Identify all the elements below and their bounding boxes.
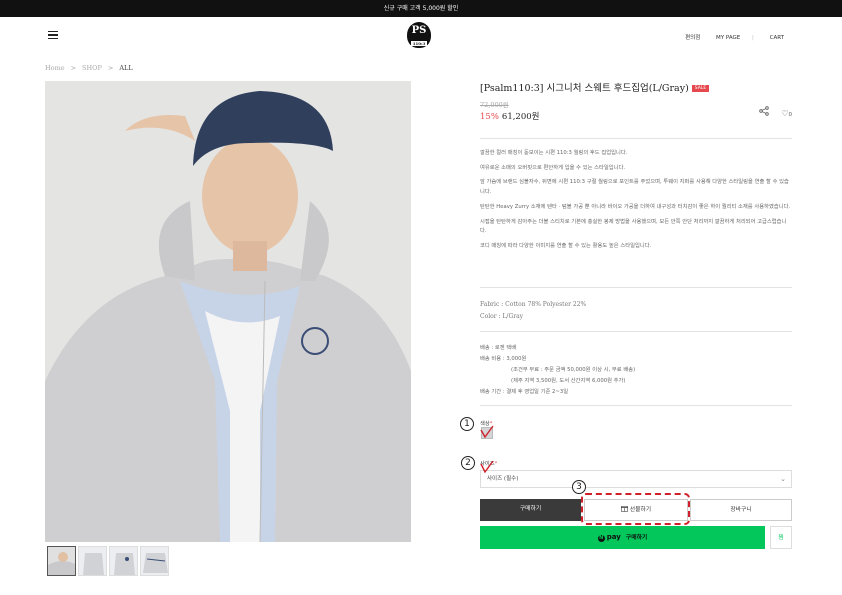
breadcrumb-sep-icon: > (107, 64, 114, 72)
thumbnail-1[interactable] (47, 546, 76, 576)
color-text: Color : L/Gray (480, 313, 524, 320)
nav-divider: | (752, 35, 754, 41)
nav-convenience[interactable]: 편의점 (685, 35, 700, 41)
product-main-image[interactable] (45, 81, 411, 542)
gift-glyph (620, 506, 628, 512)
product-info: [Psalm110:3] 시그니처 스웨트 후드집업(L/Gray) SALE 7… (480, 80, 792, 406)
wishlist-button[interactable]: 찜 (770, 526, 792, 549)
description-line: 탄탄한 Heavy Zurry 소재에 텐타 · 텀블 가공 뿐 아니라 바이오… (480, 203, 791, 210)
sale-badge: SALE (691, 85, 710, 92)
like-count: 0 (788, 112, 793, 118)
shipping-fee-note: (제주 지역 3,500원, 도서 산간지역 6,000원 추가) (511, 378, 626, 384)
thumbnail-image (79, 547, 106, 575)
gift-button[interactable]: 선물하기 (584, 499, 688, 521)
shipping-info: 배송 : 로젠 택배 배송 비용 : 3,000원 (조건부 무료 : 주문 금… (480, 343, 635, 398)
description-line: 코디 매칭에 따라 다양한 이미지를 연출 할 수 있는 활용도 높은 스타일입… (480, 242, 652, 249)
product-actions: ♡0 (759, 106, 792, 118)
buy-button[interactable]: 구매하기 (480, 499, 581, 521)
cart-button[interactable]: 장바구니 (690, 499, 792, 521)
breadcrumb-home[interactable]: Home (45, 64, 65, 72)
description-line: 시접을 탄탄하게 감아주는 더블 스티치로 기본에 충실한 봉제 방법을 사용했… (480, 218, 787, 235)
naverpay-brand: pay (606, 533, 621, 541)
price-row: 15% 61,200원 (480, 110, 539, 122)
promo-banner[interactable]: 신규 구매 고객 5,000원 할인 (0, 0, 842, 17)
size-select[interactable]: 사이즈 (필수) ⌄ (480, 470, 792, 488)
naverpay-button[interactable]: N pay 구매하기 (480, 526, 765, 549)
annotation-marker-1: 1 (460, 417, 474, 431)
naverpay-n-icon: N (597, 535, 605, 542)
original-price: 72,000원 (480, 101, 509, 109)
shipping-period: 배송 기간 : 결제 후 영업일 기준 2~3일 (480, 389, 569, 395)
divider (480, 138, 792, 139)
divider (480, 287, 792, 288)
menu-icon[interactable] (48, 31, 58, 39)
discount-rate: 15% (480, 112, 499, 122)
breadcrumb-current[interactable]: ALL (119, 64, 132, 72)
header-nav: 편의점 MY PAGE | CART (671, 33, 784, 41)
fabric-info: Fabric : Cotton 78% Polyester 22% Color … (480, 299, 586, 323)
logo-sub: 110:3 (411, 41, 427, 46)
model-illustration (45, 81, 411, 542)
shipping-fee-note: (조건부 무료 : 주문 금액 50,000원 이상 시, 무료 배송) (511, 367, 636, 373)
thumbnail-3[interactable] (109, 546, 138, 576)
product-title: [Psalm110:3] 시그니처 스웨트 후드집업(L/Gray) SALE (480, 80, 792, 94)
product-description: 깔끔한 컬러 매칭이 돋보이는 시편 110:3 월링의 후드 집업입니다. 여… (480, 149, 792, 257)
thumbnail-4[interactable] (140, 546, 169, 576)
size-option-label: 사이즈* (480, 459, 497, 467)
thumbnail-2[interactable] (78, 546, 107, 576)
fabric-text: Fabric : Cotton 78% Polyester 22% (480, 301, 587, 308)
product-title-text: [Psalm110:3] 시그니처 스웨트 후드집업(L/Gray) (480, 83, 689, 94)
required-mark: * (494, 461, 498, 467)
shipping-fee: 배송 비용 : 3,000원 (480, 356, 527, 362)
thumbnail-image (48, 547, 75, 575)
annotation-marker-3: 3 (572, 480, 586, 494)
logo-text: PS (411, 25, 427, 36)
description-line: 앞 가슴에 브랜드 심볼자수, 뒤면에 시편 110:3 구절 월링으로 포인트… (480, 179, 789, 196)
nav-mypage[interactable]: MY PAGE (716, 35, 740, 41)
thumbnail-image (110, 547, 137, 575)
thumbnail-image (141, 547, 168, 575)
site-header: PS 110:3 편의점 MY PAGE | CART (0, 17, 842, 57)
naverpay-label: 구매하기 (625, 535, 648, 541)
share-icon[interactable] (759, 106, 772, 118)
color-option-label: 색상* (480, 419, 492, 427)
size-select-value: 사이즈 (필수) (487, 476, 519, 482)
sale-price: 61,200원 (501, 112, 540, 122)
breadcrumb-shop[interactable]: SHOP (82, 64, 102, 72)
breadcrumb: Home > SHOP > ALL (45, 64, 133, 72)
description-line: 깔끔한 컬러 매칭이 돋보이는 시편 110:3 월링의 후드 집업입니다. (480, 150, 628, 156)
breadcrumb-sep-icon: > (70, 64, 77, 72)
gift-button-label: 선물하기 (629, 507, 652, 513)
nav-cart[interactable]: CART (770, 35, 784, 41)
description-line: 여유로운 소매의 오버핏으로 편안하게 입을 수 있는 스타일입니다. (480, 164, 626, 171)
gift-icon (620, 506, 630, 513)
color-swatch[interactable] (481, 427, 493, 439)
shipping-method: 배송 : 로젠 택배 (480, 345, 517, 351)
annotation-marker-2: 2 (461, 456, 475, 470)
heart-icon[interactable]: ♡ (781, 109, 788, 118)
chevron-down-icon: ⌄ (780, 475, 786, 483)
divider (480, 331, 792, 332)
brand-logo[interactable]: PS 110:3 (407, 22, 431, 48)
size-label-text: 사이즈 (480, 461, 495, 467)
divider (480, 405, 792, 406)
share-glyph (759, 106, 769, 116)
